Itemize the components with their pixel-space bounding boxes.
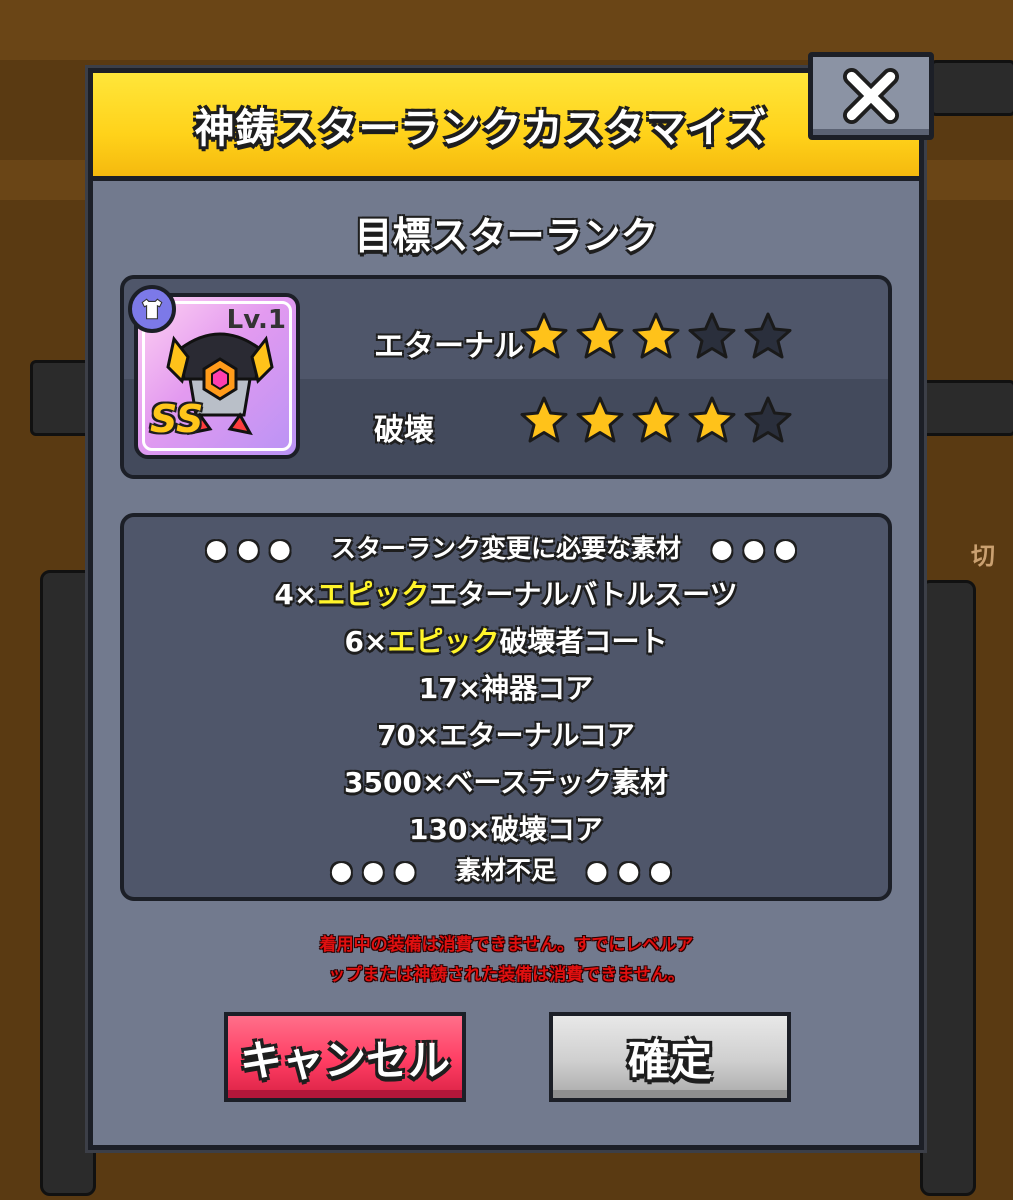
materials-footer-text: 素材不足 — [455, 856, 556, 885]
item-grade-badge: SS — [150, 397, 204, 441]
background-side-text: 切 — [971, 542, 995, 570]
star-filled-icon — [632, 312, 680, 359]
warning-line: ップまたは神鋳された装備は消費できません。 — [328, 965, 685, 985]
materials-footer: ●●● 素材不足 ●●● — [124, 851, 888, 887]
background-pipe — [930, 60, 1013, 116]
materials-header-text: スターランク変更に必要な素材 — [330, 534, 681, 563]
star-filled-icon — [688, 396, 736, 443]
warning-line: 着用中の装備は消費できません。すでにレベルア — [319, 935, 694, 955]
item-card[interactable]: Lv.1 SS — [128, 285, 300, 459]
star-filled-icon — [576, 396, 624, 443]
target-rank-title: 目標スターランク — [354, 214, 659, 258]
material-item: 3500×ベーステック素材 — [344, 766, 668, 799]
star-empty-icon — [744, 312, 792, 359]
background-pipe — [920, 580, 976, 1196]
star-row-destruction — [518, 395, 794, 447]
star-empty-icon — [688, 312, 736, 359]
background-pipe — [920, 380, 1013, 436]
dots-left-icon: ●●● — [205, 534, 301, 563]
material-item: 70×エターナルコア — [377, 719, 635, 752]
star-filled-icon — [632, 396, 680, 443]
star-row-eternal — [518, 311, 794, 363]
confirm-button[interactable]: 確定 — [549, 1012, 791, 1102]
star-filled-icon — [520, 312, 568, 359]
background-pipe — [30, 360, 96, 436]
dots-left-icon: ●●● — [330, 856, 426, 885]
material-item: 4×エピックエターナルバトルスーツ — [274, 578, 738, 611]
dots-right-icon: ●●● — [711, 534, 807, 563]
materials-header: ●●● スターランク変更に必要な素材 ●●● — [124, 529, 888, 565]
materials-panel: ●●● スターランク変更に必要な素材 ●●● 4×エピックエターナルバトルスーツ 6… — [120, 513, 892, 901]
background-band — [0, 0, 1013, 60]
target-rank-panel: Lv.1 SS エターナル 破壊 — [120, 275, 892, 479]
dialog-header: 神鋳スターランクカスタマイズ — [93, 73, 919, 181]
rank-label-eternal: エターナル — [374, 329, 524, 364]
cancel-button[interactable]: キャンセル — [224, 1012, 466, 1102]
material-item: 17×神器コア — [418, 672, 594, 705]
material-item: 130×破壊コア — [409, 813, 603, 846]
star-filled-icon — [576, 312, 624, 359]
material-item: 6×エピック破壊者コート — [344, 625, 668, 658]
dialog-title: 神鋳スターランクカスタマイズ — [194, 105, 768, 152]
rank-label-destruction: 破壊 — [374, 413, 434, 448]
star-empty-icon — [744, 396, 792, 443]
dots-right-icon: ●●● — [586, 856, 682, 885]
close-button[interactable] — [808, 52, 934, 140]
warning-text: 着用中の装備は消費できません。すでにレベルア ップまたは神鋳された装備は消費でき… — [0, 930, 1013, 990]
close-icon — [842, 67, 900, 125]
star-filled-icon — [520, 396, 568, 443]
